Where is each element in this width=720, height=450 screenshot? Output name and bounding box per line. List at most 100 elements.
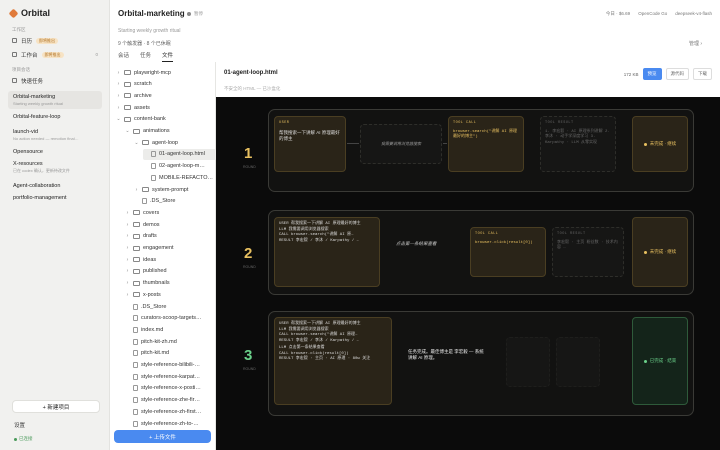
folder-item[interactable]: › published bbox=[125, 266, 167, 277]
file-item[interactable]: 02-agent-loop-m… bbox=[143, 161, 205, 172]
provider-label[interactable]: OpenCode Go bbox=[638, 11, 667, 17]
folder-item[interactable]: › x-posts bbox=[125, 289, 161, 300]
model-label[interactable]: deepseek-v4-flash bbox=[675, 11, 712, 17]
new-project-button[interactable]: + 新建项目 bbox=[12, 400, 100, 413]
card-label: TOOL CALL bbox=[453, 121, 477, 125]
preview-button[interactable]: 预览 bbox=[642, 68, 662, 80]
download-button[interactable]: 下载 bbox=[693, 68, 712, 80]
source-button[interactable]: 源代码 bbox=[665, 68, 689, 80]
item-count: 0 bbox=[95, 52, 98, 57]
project-item[interactable]: portfolio-management bbox=[8, 192, 102, 204]
app-logo[interactable]: Orbital bbox=[8, 8, 50, 18]
project-subtitle: No action needed — remotion final… bbox=[13, 136, 79, 141]
tool-call-card: TOOL CALL browser.search("讲解 AI 原理最好的博主") bbox=[448, 116, 524, 172]
tab-tasks[interactable]: 任务 bbox=[140, 51, 151, 62]
file-item[interactable]: curators-scoop-targets… bbox=[125, 313, 202, 324]
tab-files[interactable]: 文件 bbox=[162, 51, 174, 62]
file-item[interactable]: .DS_Store bbox=[134, 196, 175, 207]
orbital-logo-icon bbox=[8, 8, 19, 18]
folder-item[interactable]: › system-prompt bbox=[134, 184, 189, 195]
upload-file-button[interactable]: + 上传文件 bbox=[114, 430, 211, 443]
file-item[interactable]: style-reference-zh-to-… bbox=[125, 418, 199, 429]
settings-link[interactable]: 设置 bbox=[14, 421, 25, 429]
project-subtitle: 已在 codex 确认，更新待改文件 bbox=[13, 168, 70, 173]
folder-item[interactable]: ⌄ agent-loop bbox=[134, 137, 178, 148]
file-item[interactable]: 01-agent-loop.html bbox=[143, 148, 216, 160]
project-item[interactable]: Orbital-marketing Starting weekly growth … bbox=[8, 91, 102, 109]
manage-link[interactable]: 管理 › bbox=[689, 40, 702, 47]
file-name: demos bbox=[143, 221, 160, 228]
folder-item[interactable]: › assets bbox=[116, 102, 150, 113]
file-name: style-reference-karpat… bbox=[141, 373, 200, 380]
folder-item[interactable]: › drafts bbox=[125, 231, 157, 242]
chevron-right-icon: › bbox=[126, 221, 129, 228]
context-card: USER 帮我搜索一下讲解 AI 原理最好的博主 LLM 我需要调用浏览器搜索 … bbox=[274, 317, 392, 405]
project-title: Opensource bbox=[13, 149, 43, 155]
project-item[interactable]: Orbital-feature-loop bbox=[8, 111, 102, 123]
file-item[interactable]: style-reference-x-posti… bbox=[125, 383, 201, 394]
empty-slot bbox=[556, 337, 600, 387]
status-dot-icon bbox=[643, 142, 647, 146]
round-number: 3 bbox=[244, 347, 253, 364]
folder-item[interactable]: › scratch bbox=[116, 79, 152, 90]
folder-icon bbox=[133, 257, 140, 263]
sidebar: Orbital 工作区 日历 即将推出 工作台 即将推出 0 项目会话 快速任务 Or… bbox=[0, 0, 110, 450]
project-item[interactable]: X-resources 已在 codex 确认，更新待改文件 bbox=[8, 158, 102, 177]
folder-icon bbox=[124, 93, 131, 99]
sidebar-item-workbench[interactable]: 工作台 即将推出 0 bbox=[8, 49, 102, 60]
project-title: Orbital-marketing bbox=[13, 94, 56, 100]
file-item[interactable]: style-reference-karpat… bbox=[125, 371, 200, 382]
file-icon bbox=[133, 362, 138, 368]
project-title: launch-vid bbox=[13, 129, 39, 135]
project-title: X-resources bbox=[13, 161, 43, 167]
connection-label: 已连接 bbox=[19, 436, 33, 441]
file-name: style-reference-x-posti… bbox=[141, 385, 201, 392]
page-title: Orbital-marketing bbox=[118, 9, 185, 18]
file-item[interactable]: MOBILE-REFACTO… bbox=[143, 172, 213, 183]
project-item[interactable]: Opensource bbox=[8, 146, 102, 158]
tab-sessions[interactable]: 会话 bbox=[118, 51, 129, 62]
folder-item[interactable]: › ideas bbox=[125, 254, 157, 265]
status-tag: 暂停 bbox=[194, 11, 203, 16]
folder-item[interactable]: › engagement bbox=[125, 243, 174, 254]
chevron-right-icon: › bbox=[126, 245, 129, 251]
chevron-right-icon: › bbox=[126, 233, 129, 240]
tool-result-text: 李宏毅 · 主页 粉丝数 · 技术内容 … bbox=[557, 240, 618, 251]
file-item[interactable]: style-reference-zh-first… bbox=[125, 406, 201, 417]
file-item[interactable]: pitch-kit.md bbox=[125, 348, 169, 359]
project-item[interactable]: Agent-collaboration bbox=[8, 180, 102, 192]
file-name: assets bbox=[134, 104, 150, 111]
trigger-count[interactable]: 9 个触发器 · 8 个已休眠 bbox=[118, 40, 171, 47]
folder-item[interactable]: › demos bbox=[125, 219, 160, 230]
file-name: 02-agent-loop-m… bbox=[159, 163, 205, 170]
file-item[interactable]: .DS_Store bbox=[125, 301, 166, 312]
quick-task-button[interactable]: 快速任务 bbox=[8, 75, 102, 86]
page-subtitle: Starting weekly growth ritual bbox=[118, 28, 181, 34]
file-preview: 01-agent-loop.html 172 KB 预览 源代码 下载 不安全的… bbox=[216, 62, 720, 450]
folder-item[interactable]: › covers bbox=[125, 207, 160, 218]
file-item[interactable]: style-reference-bilibili-… bbox=[125, 360, 200, 371]
file-icon bbox=[133, 338, 138, 345]
folder-item[interactable]: › playwright-mcp bbox=[116, 67, 171, 78]
project-item[interactable]: launch-vid No action needed — remotion fi… bbox=[8, 126, 102, 144]
file-name: system-prompt bbox=[152, 186, 189, 193]
folder-item[interactable]: ⌄ animations bbox=[125, 126, 169, 137]
status-dot-icon bbox=[187, 12, 191, 16]
chevron-down-icon: ⌄ bbox=[134, 139, 139, 146]
file-tree: › playwright-mcp › scratch › archive › assets ⌄ c… bbox=[110, 62, 216, 450]
project-title: Orbital-feature-loop bbox=[13, 114, 61, 120]
folder-item[interactable]: › archive bbox=[116, 90, 152, 101]
sidebar-item-calendar[interactable]: 日历 即将推出 bbox=[8, 35, 102, 46]
context-line: RESULT 李宏毅 · 主页 · AI 原理 · 80w 关注 bbox=[279, 357, 371, 361]
file-item[interactable]: pitch-kit-zh.md bbox=[125, 336, 177, 347]
context-card: USER 帮我搜索一下讲解 AI 原理最好的博主 LLM 我需要调用浏览器搜索 … bbox=[274, 217, 380, 287]
folder-item[interactable]: › thumbnails bbox=[125, 278, 170, 289]
tool-call-code: browser.click(result[0]) bbox=[475, 240, 533, 245]
html-preview-canvas: 1 ROUND USER 帮我搜索一下讲解 AI 原理最好的博主 我需要调用浏览器… bbox=[216, 97, 720, 450]
status-dot-icon bbox=[643, 359, 647, 363]
chevron-right-icon: › bbox=[117, 92, 120, 99]
file-item[interactable]: index.md bbox=[125, 324, 163, 335]
folder-item[interactable]: ⌄ content-bank bbox=[116, 114, 165, 125]
file-item[interactable]: style-reference-zhe-fir… bbox=[125, 395, 200, 406]
file-size: 172 KB bbox=[623, 71, 639, 77]
